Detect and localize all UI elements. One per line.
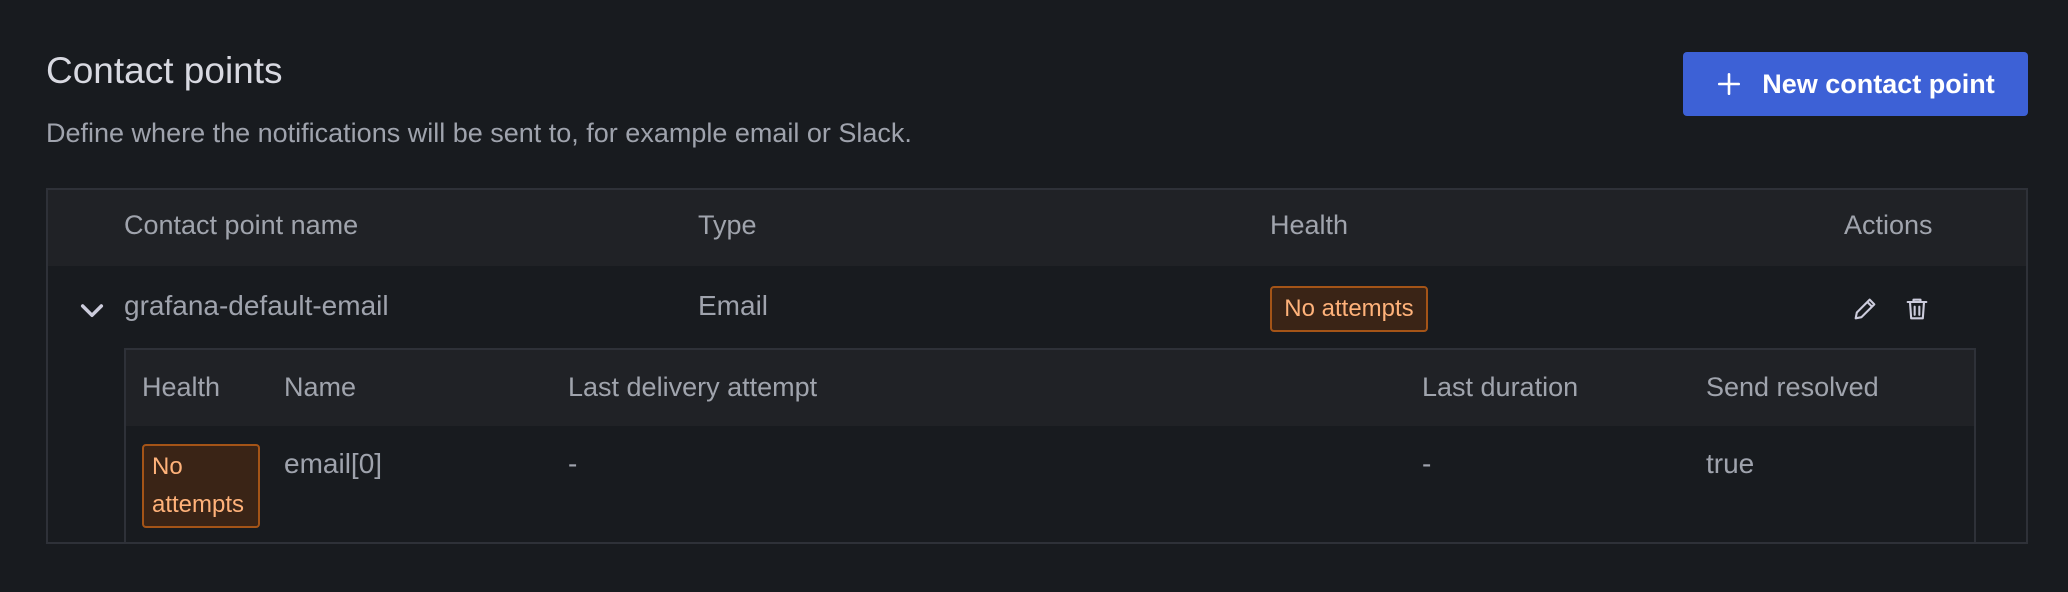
delete-button[interactable] <box>1900 292 1934 326</box>
sub-column-header-last-delivery: Last delivery attempt <box>568 372 818 402</box>
receivers-subtable: Health Name Last delivery attempt Last d… <box>124 348 1976 544</box>
contact-points-table: Contact point name Type Health Actions g… <box>46 188 2028 544</box>
column-header-health: Health <box>1270 210 1349 240</box>
sub-column-header-send-resolved: Send resolved <box>1706 372 1879 402</box>
trash-icon <box>1906 298 1928 320</box>
receiver-send-resolved: true <box>1706 448 1755 479</box>
chevron-down-icon[interactable] <box>76 294 108 326</box>
page-title: Contact points <box>46 50 283 91</box>
receiver-last-duration: - <box>1422 448 1432 479</box>
column-header-name: Contact point name <box>124 210 359 240</box>
sub-column-header-health: Health <box>142 372 221 402</box>
health-badge: No attempts <box>1270 286 1428 332</box>
plus-icon <box>1718 72 1741 96</box>
sub-column-header-last-duration: Last duration <box>1422 372 1579 402</box>
edit-button[interactable] <box>1848 292 1882 326</box>
subtable-header: Health Name Last delivery attempt Last d… <box>126 350 1974 426</box>
receiver-last-delivery: - <box>568 448 578 479</box>
column-header-type: Type <box>698 210 757 240</box>
edit-icon <box>1854 298 1876 320</box>
column-header-actions: Actions <box>1844 210 1933 240</box>
contact-points-page: Contact points Define where the notifica… <box>0 0 2068 592</box>
contact-point-name: grafana-default-email <box>124 290 389 321</box>
table-header: Contact point name Type Health Actions <box>48 190 2026 266</box>
contact-point-type: Email <box>698 290 769 321</box>
sub-column-header-name: Name <box>284 372 357 402</box>
new-contact-point-label: New contact point <box>1762 68 1995 99</box>
page-subtitle: Define where the notifications will be s… <box>46 118 912 148</box>
receiver-name: email[0] <box>284 448 383 479</box>
receiver-health-badge: No attempts <box>142 444 260 528</box>
new-contact-point-button[interactable]: New contact point <box>1683 52 2028 116</box>
